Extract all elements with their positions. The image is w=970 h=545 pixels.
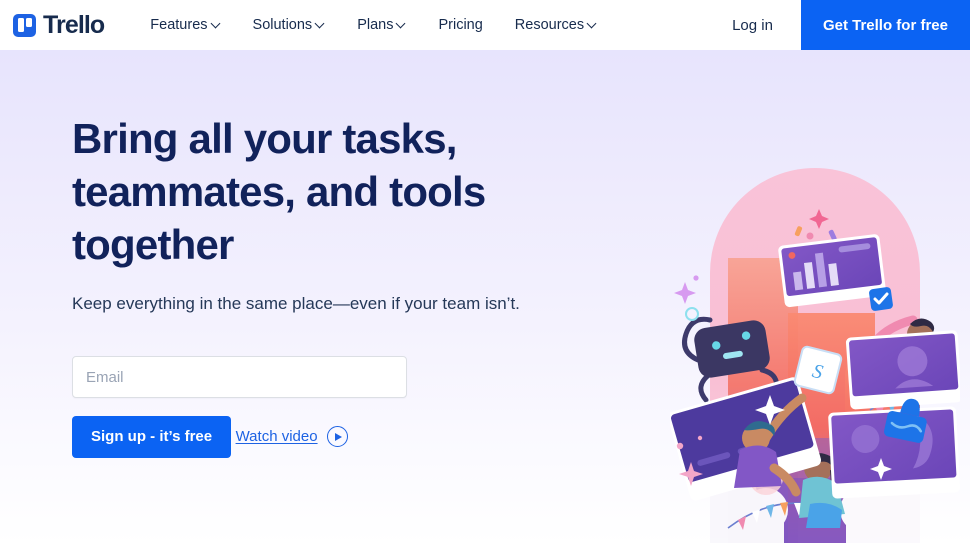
email-field[interactable] [72,356,407,398]
nav-item-plans[interactable]: Plans [341,0,422,50]
nav-item-resources[interactable]: Resources [499,0,613,50]
nav-item-label: Plans [357,17,394,33]
nav-item-solutions[interactable]: Solutions [237,0,342,50]
nav-item-pricing[interactable]: Pricing [422,0,498,50]
trello-logo-icon [13,13,36,37]
hero-subtitle: Keep everything in the same place—even i… [72,294,520,313]
nav-item-features[interactable]: Features [134,0,236,50]
sign-up-button[interactable]: Sign up - it’s free [72,415,232,458]
nav-item-label: Pricing [438,17,483,33]
log-in-link[interactable]: Log in [704,0,801,50]
nav-item-label: Resources [514,17,585,33]
teamwork-hero-illustration: S [670,138,960,543]
trello-logo-link[interactable]: Trello [0,0,112,50]
hero-copy: Bring all your tasks, teammates, and too… [72,112,572,458]
nav-item-label: Solutions [252,17,313,33]
get-trello-for-free-button[interactable]: Get Trello for free [800,0,970,50]
nav-item-label: Features [150,17,208,33]
header-actions: Log in Get Trello for free [704,0,970,50]
hero-section: Bring all your tasks, teammates, and too… [0,50,970,545]
watch-video-label: Watch video [235,428,318,445]
page-title: Bring all your tasks, teammates, and too… [72,115,486,268]
page-root: Trello Features Solutions Plans Pricing … [0,0,970,545]
main-navigation: Features Solutions Plans Pricing Resourc… [134,0,613,50]
chevron-down-icon [588,19,597,28]
site-header: Trello Features Solutions Plans Pricing … [0,0,970,50]
chevron-down-icon [397,19,406,28]
watch-video-link[interactable]: Watch video [236,426,348,447]
chevron-down-icon [212,19,221,28]
chevron-down-icon [316,19,325,28]
brand-name: Trello [43,10,105,39]
play-icon [326,426,348,447]
